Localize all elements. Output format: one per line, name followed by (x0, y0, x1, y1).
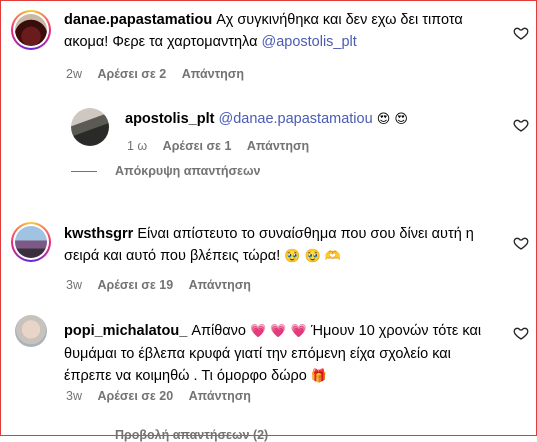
heart-emoji: 💗 💗 💗 (250, 324, 307, 339)
comment-text: Απίθανο (191, 323, 246, 339)
comment-likes[interactable]: Αρέσει σε 19 (97, 278, 173, 292)
comment-time: 1 ω (127, 139, 148, 153)
comment-username[interactable]: apostolis_plt (125, 111, 214, 127)
avatar-story-ring[interactable] (11, 10, 51, 50)
comment-meta: 3w Αρέσει σε 19 Απάντηση (66, 278, 263, 292)
comment-body: popi_michalatou_ Απίθανο 💗 💗 💗 Ήμουν 10 … (64, 320, 494, 388)
avatar[interactable] (15, 315, 47, 347)
comment-body: danae.papastamatiou Αχ συγκινήθηκα και δ… (64, 9, 494, 53)
comment-mention[interactable]: @danae.papastamatiou (218, 111, 372, 127)
heart-eyes-emoji: 😍 😍 (376, 112, 408, 127)
comment-likes[interactable]: Αρέσει σε 20 (97, 389, 173, 403)
hide-replies-line (71, 171, 97, 172)
heart-icon[interactable] (513, 235, 529, 251)
avatar-story-ring[interactable] (11, 222, 51, 262)
comment-username[interactable]: kwsthsgrr (64, 226, 133, 242)
avatar (15, 226, 47, 258)
heart-icon[interactable] (513, 325, 529, 341)
reply-button[interactable]: Απάντηση (182, 67, 244, 81)
comment-meta: 1 ω Αρέσει σε 1 Απάντηση (127, 139, 321, 153)
comment-time: 3w (66, 389, 82, 403)
heart-icon[interactable] (513, 25, 529, 41)
comment-time: 3w (66, 278, 82, 292)
comment-body: kwsthsgrr Είναι απίστευτο το συναίσθημα … (64, 223, 494, 268)
comment-meta: 2w Αρέσει σε 2 Απάντηση (66, 67, 256, 81)
comment-likes[interactable]: Αρέσει σε 2 (97, 67, 166, 81)
comment-body: apostolis_plt @danae.papastamatiou 😍 😍 (125, 108, 495, 131)
reply-button[interactable]: Απάντηση (189, 389, 251, 403)
comment-meta: 3w Αρέσει σε 20 Απάντηση (66, 389, 263, 403)
view-replies-button[interactable]: Προβολή απαντήσεων (2) (115, 428, 268, 442)
comment-likes[interactable]: Αρέσει σε 1 (163, 139, 232, 153)
avatar[interactable] (71, 108, 109, 146)
comment-emoji: 🥹 🥹 🫶 (284, 249, 342, 264)
avatar (15, 14, 47, 46)
reply-button[interactable]: Απάντηση (189, 278, 251, 292)
comment-mention[interactable]: @apostolis_plt (261, 34, 356, 50)
heart-icon[interactable] (513, 117, 529, 133)
comment-time: 2w (66, 67, 82, 81)
gift-emoji: 🎁 (310, 369, 328, 384)
comment-username[interactable]: popi_michalatou_ (64, 323, 187, 339)
hide-replies-button[interactable]: Απόκρυψη απαντήσεων (115, 164, 261, 178)
comment-username[interactable]: danae.papastamatiou (64, 12, 212, 28)
reply-button[interactable]: Απάντηση (247, 139, 309, 153)
